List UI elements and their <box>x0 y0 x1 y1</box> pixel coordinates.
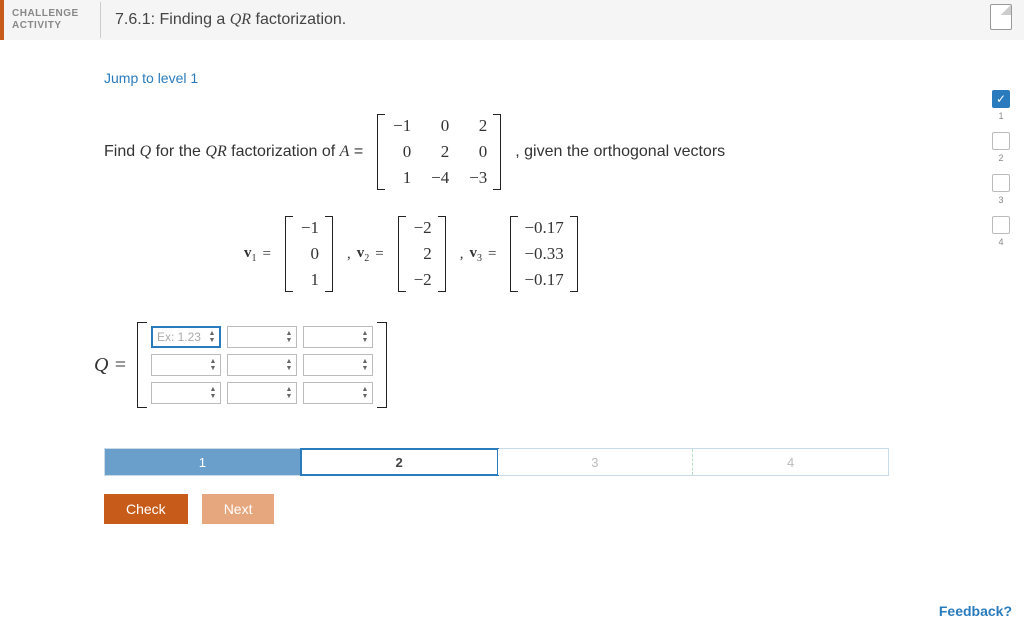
activity-header: CHALLENGE ACTIVITY 7.6.1: Finding a QR f… <box>0 0 1024 40</box>
challenge-label: CHALLENGE ACTIVITY <box>4 8 100 32</box>
q-input-1-0[interactable]: ▲▼ <box>151 354 221 376</box>
v1-label: v1 <box>244 245 257 264</box>
q-input-1-2[interactable]: ▲▼ <box>303 354 373 376</box>
q-input-0-2[interactable]: ▲▼ <box>303 326 373 348</box>
q-input-1-1[interactable]: ▲▼ <box>227 354 297 376</box>
progress-step-2[interactable]: 2 <box>300 448 499 476</box>
q-input-2-2[interactable]: ▲▼ <box>303 382 373 404</box>
check-button[interactable]: Check <box>104 494 188 524</box>
divider <box>100 2 101 38</box>
v3-label: v3 <box>469 245 482 264</box>
problem-statement: Find Q for the QR factorization of A = −… <box>104 110 1024 296</box>
progress-bar: 1 2 3 4 <box>104 448 889 476</box>
feedback-link[interactable]: Feedback? <box>939 603 1012 619</box>
progress-step-4[interactable]: 4 <box>693 449 888 475</box>
q-input-2-1[interactable]: ▲▼ <box>227 382 297 404</box>
progress-step-3[interactable]: 3 <box>498 449 694 475</box>
bookmark-icon[interactable] <box>990 4 1012 30</box>
matrix-A: −102 020 1−4−3 <box>369 110 509 194</box>
q-input-0-0[interactable]: Ex: 1.23▲▼ <box>151 326 221 348</box>
v2-label: v2 <box>357 245 370 264</box>
activity-title: 7.6.1: Finding a QR factorization. <box>115 11 346 29</box>
jump-to-level-link[interactable]: Jump to level 1 <box>104 70 198 86</box>
answer-area: Q = Ex: 1.23▲▼ ▲▼ ▲▼ ▲▼ ▲▼ ▲▼ ▲▼ ▲▼ ▲▼ <box>104 322 1024 408</box>
next-button[interactable]: Next <box>202 494 275 524</box>
orthogonal-vectors: v1 = −1 0 1 , v2 = −2 2 −2 , v3 = − <box>244 212 1024 296</box>
q-input-0-1[interactable]: ▲▼ <box>227 326 297 348</box>
progress-step-1[interactable]: 1 <box>105 449 301 475</box>
q-input-2-0[interactable]: ▲▼ <box>151 382 221 404</box>
